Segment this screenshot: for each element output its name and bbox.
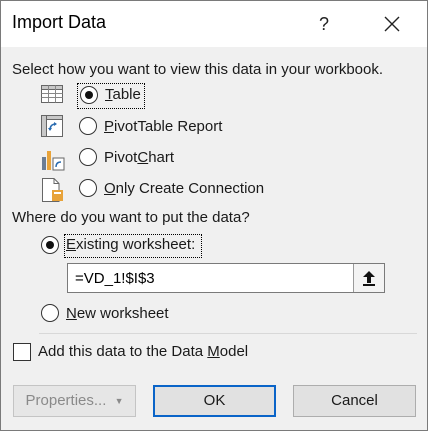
table-icon [41,85,63,103]
collapse-dialog-button[interactable] [353,264,384,292]
table-label: Table [105,86,141,103]
connection-icon [42,178,63,202]
location-prompt: Where do you want to put the data? [12,209,250,226]
dialog-body: Select how you want to view this data in… [1,47,427,430]
existing-worksheet-radio[interactable] [41,236,59,254]
existing-worksheet-option[interactable]: Existing worksheet: [64,234,202,258]
ok-button[interactable]: OK [153,385,276,417]
cancel-label: Cancel [331,392,378,409]
data-model-checkbox[interactable] [13,343,31,361]
dialog-title: Import Data [12,12,107,32]
pivottable-label[interactable]: PivotTable Report [104,118,222,135]
range-picker-icon [363,271,375,286]
title-bar: Import Data ? [1,1,427,47]
separator [39,333,417,334]
table-radio[interactable] [80,86,98,104]
new-worksheet-radio[interactable] [41,304,59,322]
close-button[interactable] [375,7,409,41]
range-value[interactable]: =VD_1!$I$3 [75,270,155,287]
properties-button[interactable]: Properties... ▼ [13,385,136,417]
only-connection-label[interactable]: Only Create Connection [104,180,264,197]
data-model-label[interactable]: Add this data to the Data Model [38,343,248,360]
cancel-button[interactable]: Cancel [293,385,416,417]
import-data-dialog: Import Data ? Select how you want to vie… [0,0,428,431]
dropdown-arrow-icon: ▼ [114,396,124,407]
pivotchart-icon [42,151,65,171]
range-input[interactable]: =VD_1!$I$3 [67,263,385,293]
pivottable-radio[interactable] [79,117,97,135]
ok-label: OK [203,392,226,409]
view-prompt: Select how you want to view this data in… [12,61,384,78]
properties-label: Properties... [25,392,107,409]
new-worksheet-label[interactable]: New worksheet [66,305,169,322]
pivottable-icon [41,115,63,137]
help-button[interactable]: ? [307,7,341,41]
help-icon: ? [318,14,329,34]
existing-worksheet-label: Existing worksheet: [66,236,196,253]
pivotchart-radio[interactable] [79,148,97,166]
table-option[interactable]: Table [77,83,145,109]
only-connection-radio[interactable] [79,179,97,197]
close-icon [384,16,400,32]
pivotchart-label[interactable]: PivotChart [104,149,174,166]
